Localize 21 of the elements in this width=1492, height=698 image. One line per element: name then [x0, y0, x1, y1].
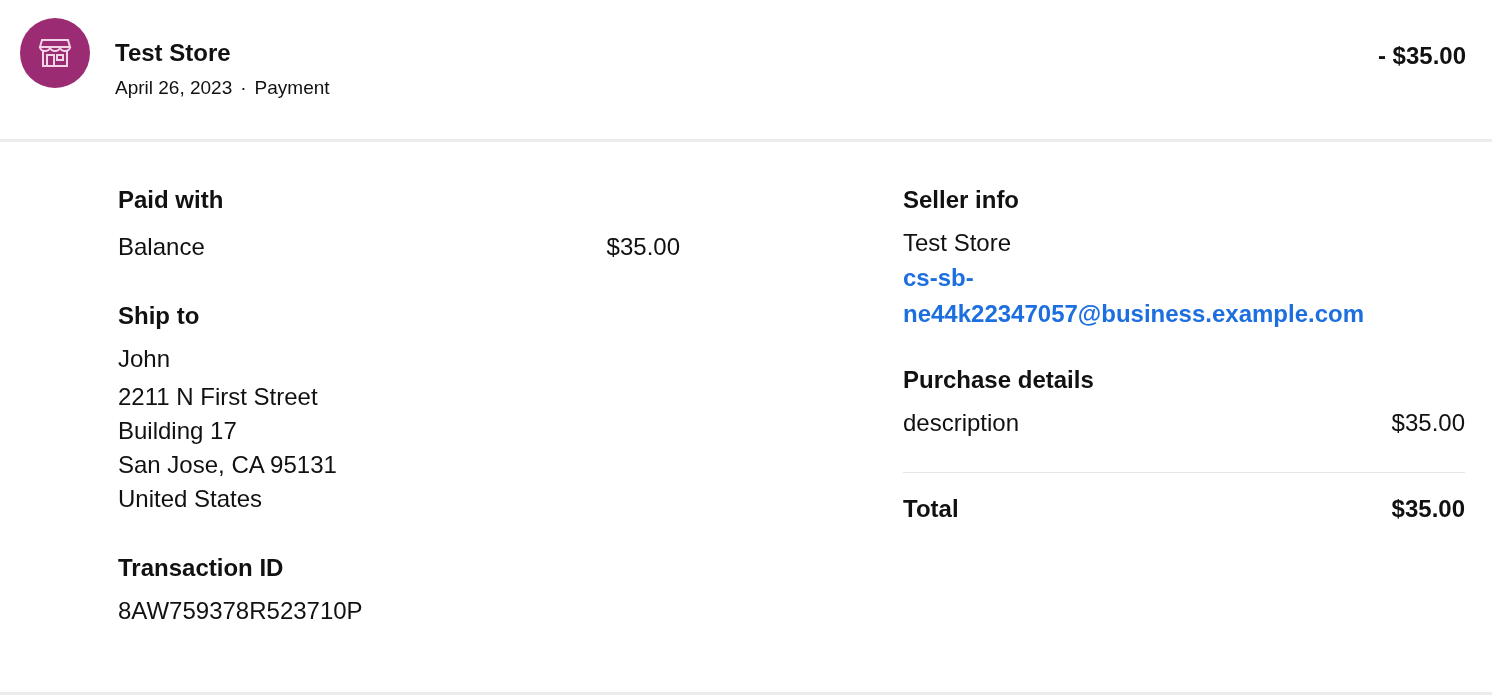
seller-name: Test Store [903, 228, 1013, 258]
section-heading: Purchase details [903, 365, 1095, 395]
total-label: Total [903, 494, 959, 524]
payment-amount: $35.00 [606, 232, 680, 262]
section-heading: Paid with [118, 185, 225, 215]
recipient-name: John [118, 344, 172, 374]
item-description: description [903, 408, 1020, 438]
transaction-type: Payment [254, 76, 330, 100]
seller-email-link[interactable]: cs-sb-ne44k22347057@business.example.com [903, 260, 1373, 332]
section-heading: Seller info [903, 185, 1021, 215]
total-amount: $35.00 [1391, 494, 1465, 524]
transaction-date: April 26, 2023 [115, 76, 233, 100]
transaction-amount: - $35.00 [1377, 41, 1466, 71]
payment-method: Balance [118, 232, 205, 262]
section-heading: Transaction ID [118, 553, 285, 583]
section-heading: Ship to [118, 301, 201, 331]
item-amount: $35.00 [1391, 408, 1465, 438]
merchant-name: Test Store [115, 38, 232, 68]
transaction-id: 8AW759378R523710P [118, 596, 364, 626]
separator-dot: · [240, 76, 247, 100]
shipping-address: 2211 N First Street Building 17 San Jose, CA 95131 United States [118, 382, 338, 514]
